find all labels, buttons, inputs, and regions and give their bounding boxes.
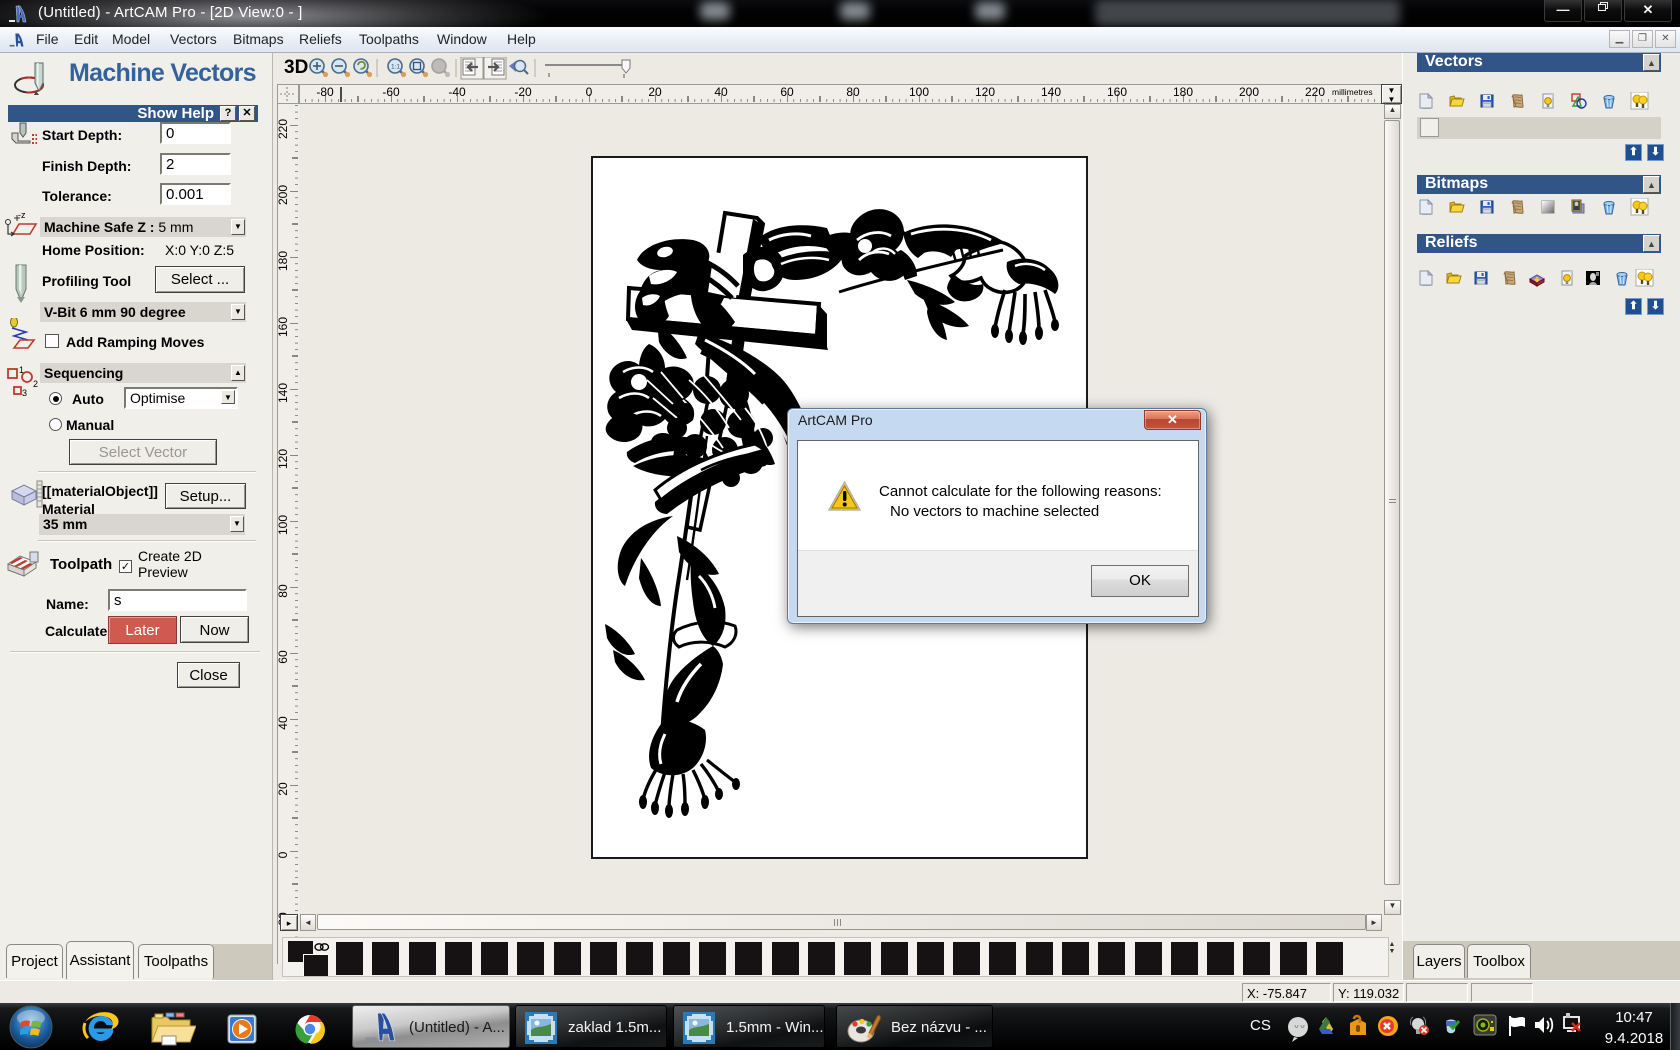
svg-text:20: 20 xyxy=(648,85,662,99)
svg-text:-60: -60 xyxy=(382,85,400,99)
svg-text:120: 120 xyxy=(278,449,290,469)
svg-text:-80: -80 xyxy=(316,85,334,99)
svg-text:3: 3 xyxy=(22,388,27,398)
svg-text:80: 80 xyxy=(846,85,860,99)
svg-text:20: 20 xyxy=(278,782,290,796)
svg-text:1:1: 1:1 xyxy=(391,64,400,71)
svg-text:220: 220 xyxy=(278,119,290,139)
svg-text:40: 40 xyxy=(714,85,728,99)
svg-text:100: 100 xyxy=(909,85,929,99)
svg-text:-40: -40 xyxy=(448,85,466,99)
svg-text:100: 100 xyxy=(278,515,290,535)
svg-text:millimetres: millimetres xyxy=(1332,87,1373,97)
svg-text:200: 200 xyxy=(1239,85,1259,99)
svg-text:40: 40 xyxy=(278,716,290,730)
svg-text:2: 2 xyxy=(33,379,38,389)
svg-text:120: 120 xyxy=(975,85,995,99)
svg-text:0: 0 xyxy=(586,85,593,99)
svg-text:180: 180 xyxy=(1173,85,1193,99)
svg-text:200: 200 xyxy=(278,185,290,205)
svg-text:60: 60 xyxy=(278,650,290,664)
svg-text:0: 0 xyxy=(278,851,290,858)
svg-text:-20: -20 xyxy=(514,85,532,99)
svg-text:60: 60 xyxy=(780,85,794,99)
svg-text:80: 80 xyxy=(278,584,290,598)
svg-text:180: 180 xyxy=(278,251,290,271)
svg-text:160: 160 xyxy=(1107,85,1127,99)
svg-text:140: 140 xyxy=(1041,85,1061,99)
svg-text:140: 140 xyxy=(278,383,290,403)
svg-text:160: 160 xyxy=(278,317,290,337)
svg-text:220: 220 xyxy=(1305,85,1325,99)
